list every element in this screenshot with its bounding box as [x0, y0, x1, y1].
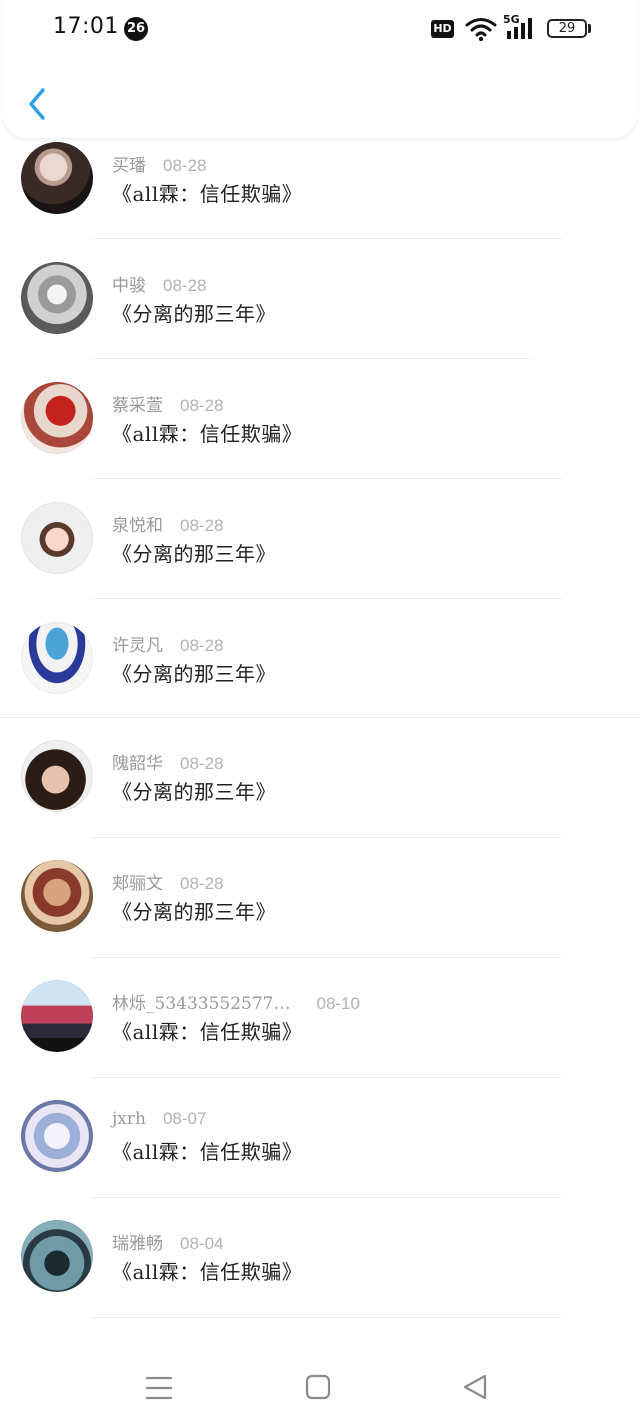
divider	[92, 837, 562, 838]
user-name[interactable]: 蔡采萱	[112, 396, 163, 416]
user-name[interactable]: 泉悦和	[112, 516, 163, 536]
back-triangle-icon[interactable]	[455, 1367, 495, 1407]
avatar[interactable]	[21, 502, 93, 574]
user-name[interactable]: 许灵凡	[112, 636, 163, 656]
work-title[interactable]: 《分离的那三年》	[112, 776, 276, 805]
divider	[92, 957, 562, 958]
comment-date: 08-04	[180, 1234, 224, 1253]
comment-meta: 买璠 08-28	[112, 151, 206, 176]
avatar[interactable]	[21, 980, 93, 1052]
divider	[92, 1077, 562, 1078]
signal-icon: 5G	[503, 13, 539, 41]
comment-meta: 蔡采萱 08-28	[112, 391, 223, 416]
battery-icon: 29	[547, 19, 587, 38]
wifi-icon	[465, 18, 497, 42]
menu-icon[interactable]	[139, 1367, 179, 1407]
comment-date: 08-28	[163, 276, 207, 295]
comment-date: 08-28	[180, 516, 224, 535]
comment-date: 08-07	[162, 1109, 207, 1128]
comment-meta: 隗韶华 08-28	[112, 749, 223, 774]
comment-date: 08-28	[180, 636, 224, 655]
battery-tip	[588, 24, 591, 33]
work-title[interactable]: 《all霖：信任欺骗》	[112, 1256, 302, 1285]
avatar[interactable]	[21, 1220, 93, 1292]
avatar[interactable]	[21, 740, 93, 812]
comment-date: 08-28	[163, 156, 207, 175]
avatar[interactable]	[21, 1100, 93, 1172]
comment-meta: 林烁_53433552577… 08-10	[112, 989, 360, 1014]
work-title[interactable]: 《all霖：信任欺骗》	[112, 178, 302, 207]
app-root: 买璠 08-28 《all霖：信任欺骗》 中骏 08-28 《分离的那三年》 蔡采萱…	[0, 0, 640, 1427]
back-button[interactable]	[21, 84, 57, 124]
comment-meta: jxrh 08-07	[112, 1109, 206, 1129]
list-item[interactable]: 瑞雅畅 08-04 《all霖：信任欺骗》	[0, 1199, 640, 1319]
status-time: 17:01	[53, 14, 119, 39]
list-item[interactable]: 中骏 08-28 《分离的那三年》	[0, 239, 640, 359]
avatar[interactable]	[21, 142, 93, 214]
list-item[interactable]: 隗韶华 08-28 《分离的那三年》	[0, 719, 640, 839]
work-title[interactable]: 《分离的那三年》	[112, 658, 276, 687]
list-item[interactable]: jxrh 08-07 《all霖：信任欺骗》	[0, 1079, 640, 1199]
comment-meta: 中骏 08-28	[112, 271, 206, 296]
user-name[interactable]: 隗韶华	[112, 754, 163, 774]
list-item[interactable]: 泉悦和 08-28 《分离的那三年》	[0, 479, 640, 599]
list-item[interactable]: 许灵凡 08-28 《分离的那三年》	[0, 599, 640, 719]
list-item[interactable]: 郏骊文 08-28 《分离的那三年》	[0, 839, 640, 959]
user-name[interactable]: 林烁_53433552577…	[112, 994, 290, 1014]
work-title[interactable]: 《all霖：信任欺骗》	[112, 418, 302, 447]
comment-meta: 泉悦和 08-28	[112, 511, 223, 536]
notification-badge: 26	[124, 17, 148, 41]
comment-meta: 瑞雅畅 08-04	[112, 1229, 223, 1254]
avatar[interactable]	[21, 860, 93, 932]
comment-meta: 许灵凡 08-28	[112, 631, 223, 656]
top-header: 17:01 26 HD 5G 29	[3, 0, 637, 138]
comment-date: 08-10	[316, 994, 360, 1013]
work-title[interactable]: 《分离的那三年》	[112, 896, 276, 925]
comment-date: 08-28	[180, 874, 224, 893]
user-name[interactable]: 中骏	[112, 276, 146, 296]
user-name[interactable]: 瑞雅畅	[112, 1234, 163, 1254]
comment-date: 08-28	[180, 396, 224, 415]
work-title[interactable]: 《分离的那三年》	[112, 538, 276, 567]
home-icon[interactable]	[298, 1367, 338, 1407]
avatar[interactable]	[21, 622, 93, 694]
comment-meta: 郏骊文 08-28	[112, 869, 223, 894]
user-name[interactable]: jxrh	[112, 1109, 146, 1129]
work-title[interactable]: 《分离的那三年》	[112, 298, 276, 327]
avatar[interactable]	[21, 382, 93, 454]
list-item[interactable]: 蔡采萱 08-28 《all霖：信任欺骗》	[0, 359, 640, 479]
avatar[interactable]	[21, 262, 93, 334]
chevron-left-icon	[29, 88, 45, 120]
divider	[92, 1197, 562, 1198]
work-title[interactable]: 《all霖：信任欺骗》	[112, 1136, 302, 1165]
user-name[interactable]: 郏骊文	[112, 874, 163, 894]
user-name[interactable]: 买璠	[112, 156, 146, 176]
hd-icon: HD	[431, 20, 454, 38]
system-nav-bar	[0, 1345, 640, 1427]
divider	[92, 1317, 562, 1318]
status-bar: 17:01 26 HD 5G 29	[3, 0, 637, 56]
work-title[interactable]: 《all霖：信任欺骗》	[112, 1016, 302, 1045]
list-item[interactable]: 林烁_53433552577… 08-10 《all霖：信任欺骗》	[0, 959, 640, 1079]
comment-date: 08-28	[180, 754, 224, 773]
